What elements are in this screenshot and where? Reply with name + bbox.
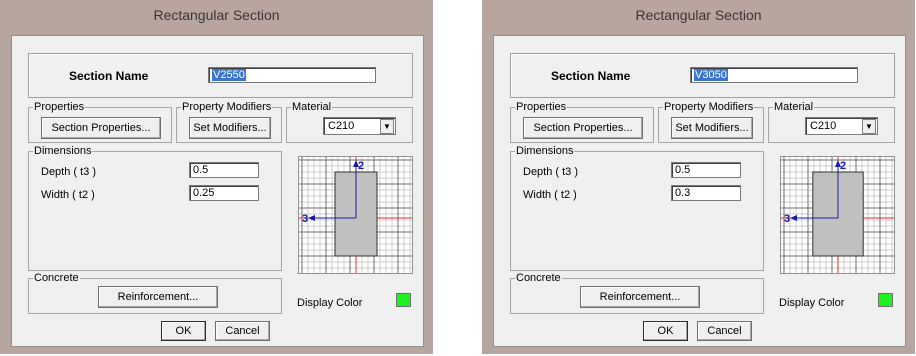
concrete-group-label: Concrete (33, 272, 80, 284)
properties-group: Properties Section Properties... (510, 101, 654, 143)
axis-3-label: 3 (784, 213, 790, 225)
cancel-button[interactable]: Cancel (215, 321, 270, 341)
reinforcement-button[interactable]: Reinforcement... (98, 286, 218, 308)
axis-3-label: 3 (302, 213, 308, 225)
depth-input[interactable]: 0.5 (671, 162, 741, 178)
section-name-input[interactable]: V3050 (690, 67, 858, 83)
section-preview: 23 (298, 156, 413, 274)
section-properties-button[interactable]: Section Properties... (523, 117, 643, 139)
rectangular-section-dialog-2: Rectangular Section Section Name V3050 P… (482, 0, 915, 354)
material-group-label: Material (773, 101, 815, 113)
dimensions-group: Dimensions Depth ( t3 ) 0.5 Width ( t2 )… (510, 145, 764, 271)
section-properties-button[interactable]: Section Properties... (41, 117, 161, 139)
axis-2-label: 2 (840, 160, 846, 172)
material-select-value: C210 (810, 120, 837, 132)
width-label: Width ( t2 ) (523, 189, 577, 201)
concrete-group: Concrete Reinforcement... (28, 272, 282, 314)
dialog-title: Rectangular Section (153, 7, 280, 23)
concrete-group: Concrete Reinforcement... (510, 272, 764, 314)
property-modifiers-group-label: Property Modifiers (181, 101, 273, 113)
concrete-group-label: Concrete (515, 272, 562, 284)
reinforcement-button[interactable]: Reinforcement... (580, 286, 700, 308)
depth-label: Depth ( t3 ) (523, 166, 579, 178)
display-color-label: Display Color (297, 297, 363, 309)
width-input[interactable]: 0.25 (189, 185, 259, 201)
section-name-panel: Section Name V2550 (28, 53, 413, 98)
section-name-panel: Section Name V3050 (510, 53, 895, 98)
display-color-label: Display Color (779, 297, 845, 309)
properties-group-label: Properties (33, 101, 86, 113)
material-group: Material C210 ▼ (768, 101, 895, 143)
material-select-value: C210 (328, 120, 355, 132)
depth-label: Depth ( t3 ) (41, 166, 97, 178)
rectangular-section-dialog-1: Rectangular Section Section Name V2550 P… (0, 0, 433, 354)
material-group-label: Material (291, 101, 333, 113)
dimensions-group-label: Dimensions (515, 145, 575, 157)
section-name-label: Section Name (69, 69, 149, 83)
display-color-swatch[interactable] (878, 293, 893, 307)
section-preview: 23 (780, 156, 895, 274)
ok-button[interactable]: OK (161, 321, 206, 341)
property-modifiers-group-label: Property Modifiers (663, 101, 755, 113)
dimensions-group: Dimensions Depth ( t3 ) 0.5 Width ( t2 )… (28, 145, 282, 271)
material-group: Material C210 ▼ (286, 101, 413, 143)
section-preview-canvas: 23 (781, 157, 894, 273)
width-input[interactable]: 0.3 (671, 185, 741, 201)
cancel-button[interactable]: Cancel (697, 321, 752, 341)
dialog-title: Rectangular Section (635, 7, 762, 23)
chevron-down-icon[interactable]: ▼ (862, 119, 876, 134)
dimensions-group-label: Dimensions (33, 145, 93, 157)
set-modifiers-button[interactable]: Set Modifiers... (671, 117, 753, 139)
width-label: Width ( t2 ) (41, 189, 95, 201)
depth-input[interactable]: 0.5 (189, 162, 259, 178)
section-preview-canvas: 23 (299, 157, 412, 273)
dialog-client-area: Section Name V3050 Properties Section Pr… (493, 35, 906, 347)
section-name-input[interactable]: V2550 (208, 67, 376, 83)
material-select[interactable]: C210 ▼ (323, 117, 396, 135)
property-modifiers-group: Property Modifiers Set Modifiers... (658, 101, 764, 143)
properties-group: Properties Section Properties... (28, 101, 172, 143)
axis-2-label: 2 (358, 160, 364, 172)
section-name-value: V2550 (212, 69, 246, 81)
material-select[interactable]: C210 ▼ (805, 117, 878, 135)
ok-button[interactable]: OK (643, 321, 688, 341)
display-color-swatch[interactable] (396, 293, 411, 307)
property-modifiers-group: Property Modifiers Set Modifiers... (176, 101, 282, 143)
dialog-client-area: Section Name V2550 Properties Section Pr… (11, 35, 424, 347)
chevron-down-icon[interactable]: ▼ (380, 119, 394, 134)
properties-group-label: Properties (515, 101, 568, 113)
section-name-label: Section Name (551, 69, 631, 83)
section-name-value: V3050 (694, 69, 728, 81)
set-modifiers-button[interactable]: Set Modifiers... (189, 117, 271, 139)
